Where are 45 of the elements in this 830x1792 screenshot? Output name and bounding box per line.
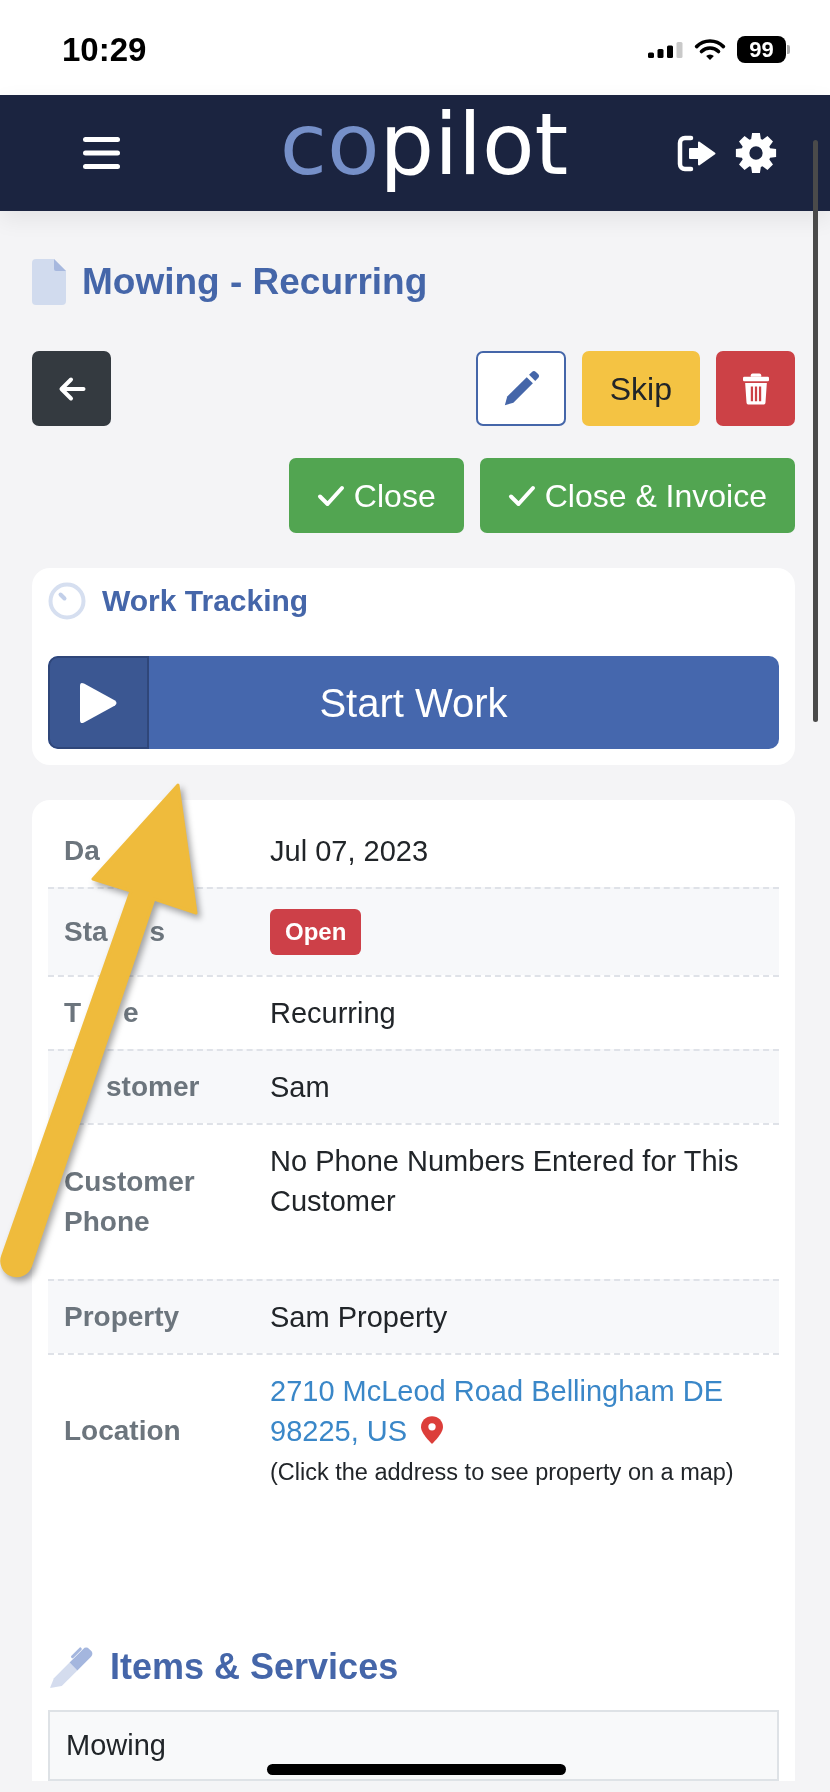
timer-icon	[48, 582, 86, 620]
address-link[interactable]: 2710 McLeod Road Bellingham DE 98225, US	[270, 1371, 763, 1451]
arrow-left-icon	[57, 375, 86, 402]
play-icon	[48, 656, 149, 749]
check-icon	[507, 483, 536, 508]
section-title: Work Tracking	[102, 586, 309, 616]
page-title: Mowing - Recurring	[82, 260, 428, 304]
menu-icon[interactable]	[83, 137, 120, 169]
field-value: Recurring	[270, 997, 396, 1029]
field-label: T	[64, 997, 82, 1028]
table-cell: Mowing	[48, 1710, 779, 1781]
field-value: No Phone Numbers Entered for This Customer	[270, 1145, 739, 1217]
back-button[interactable]	[32, 351, 111, 426]
signal-icon	[648, 41, 683, 58]
status-time: 10:29	[62, 33, 147, 66]
field-label: stomer	[106, 1071, 200, 1102]
document-icon	[32, 259, 66, 305]
delete-button[interactable]	[716, 351, 795, 426]
field-label: Location	[64, 1415, 181, 1446]
field-label: Da	[64, 835, 100, 866]
start-work-button[interactable]: Start Work	[48, 656, 779, 749]
status-badge: Open	[270, 909, 362, 955]
close-button[interactable]: Close	[288, 458, 464, 533]
trash-icon	[742, 372, 769, 405]
skip-button[interactable]: Skip	[581, 351, 700, 426]
section-title: Items & Services	[110, 1645, 399, 1689]
settings-icon[interactable]	[735, 132, 777, 174]
field-label: Sta	[64, 916, 108, 947]
field-label: s	[149, 916, 166, 947]
map-pin-icon	[421, 1416, 444, 1444]
field-label: Customer Phone	[64, 1166, 195, 1237]
close-button[interactable]: Close & Invoice	[479, 458, 795, 533]
field-value: Sam	[270, 1071, 330, 1103]
battery-indicator: 99	[737, 36, 790, 63]
field-label: e	[123, 997, 139, 1028]
field-label: Property	[64, 1301, 180, 1332]
map-hint: (Click the address to see property on a map)	[270, 1458, 735, 1487]
field-value: Sam Property	[270, 1301, 448, 1333]
pen-icon	[48, 1644, 95, 1690]
logout-icon[interactable]	[677, 134, 718, 172]
app-logo: copilot	[279, 93, 569, 195]
field-value: Jul 07, 2023	[270, 835, 428, 867]
wifi-icon	[694, 38, 726, 61]
check-icon	[316, 483, 345, 508]
edit-button[interactable]	[475, 351, 566, 426]
